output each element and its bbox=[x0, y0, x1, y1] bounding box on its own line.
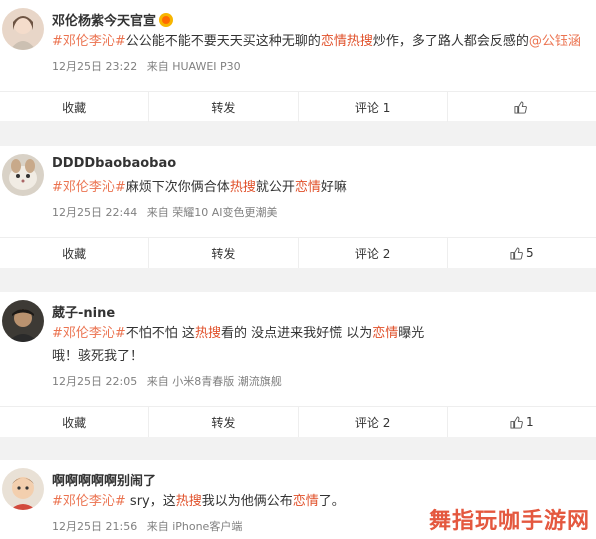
comment-segment: sry，这 bbox=[125, 494, 176, 509]
comment-card: DDDDbaobaobao #邓伦李沁#麻烦下次你俩合体热搜就公开恋情好嘛 12… bbox=[0, 146, 596, 268]
comment-date: 12月25日 22:44 bbox=[52, 206, 138, 219]
collect-button[interactable]: 收藏 bbox=[0, 92, 148, 122]
username[interactable]: 邓伦杨紫今天官宣 bbox=[52, 10, 174, 29]
comment-source: 来自 荣耀10 AI变色更潮美 bbox=[146, 206, 278, 219]
keyword-highlight: 恋情 bbox=[292, 494, 319, 509]
comment-button[interactable]: 评论 1 bbox=[297, 92, 447, 122]
keyword-highlight: 热搜 bbox=[229, 180, 256, 195]
vip-badge-icon bbox=[159, 13, 174, 27]
comment-source: 来自 iPhone客户端 bbox=[146, 520, 243, 533]
like-button[interactable]: 1 bbox=[446, 407, 596, 437]
avatar[interactable] bbox=[2, 8, 44, 50]
keyword-highlight: 热搜 bbox=[175, 494, 202, 509]
comment-source: 来自 HUAWEI P30 bbox=[146, 60, 241, 73]
comment-date: 12月25日 23:22 bbox=[52, 60, 138, 73]
collect-button[interactable]: 收藏 bbox=[0, 407, 148, 437]
comment-segment: 看的 没点进来我好慌 以为 bbox=[220, 326, 373, 341]
site-watermark: 舞指玩咖手游网 bbox=[428, 509, 590, 534]
collect-button[interactable]: 收藏 bbox=[0, 238, 148, 268]
comment-button[interactable]: 评论 2 bbox=[297, 407, 447, 437]
like-button[interactable] bbox=[446, 92, 596, 122]
username[interactable]: 葳子-nine bbox=[52, 302, 115, 321]
topic-link[interactable]: #邓伦李沁# bbox=[52, 326, 126, 341]
topic-link[interactable]: #邓伦李沁# bbox=[52, 34, 126, 49]
comment-date: 12月25日 21:56 bbox=[52, 520, 138, 533]
comment-segment: 好嘛 bbox=[320, 180, 347, 195]
comment-meta: 12月25日 22:05 来自 小米8青春版 潮流旗舰 bbox=[52, 373, 288, 389]
action-bar: 收藏 转发 评论 2 5 bbox=[0, 237, 596, 268]
keyword-highlight: 恋情 bbox=[372, 326, 399, 341]
topic-link[interactable]: #邓伦李沁# bbox=[52, 494, 126, 509]
comment-source: 来自 小米8青春版 潮流旗舰 bbox=[146, 375, 282, 388]
like-button[interactable]: 5 bbox=[446, 238, 596, 268]
thumbs-up-icon bbox=[510, 246, 523, 260]
comment-button[interactable]: 评论 2 bbox=[297, 238, 447, 268]
action-bar: 收藏 转发 评论 2 1 bbox=[0, 406, 596, 437]
keyword-highlight: 恋情 bbox=[320, 34, 347, 49]
comment-text: #邓伦李沁#公公能不能不要天天买这种无聊的恋情热搜炒作，多了路人都会反感的@公钰… bbox=[52, 33, 581, 51]
comment-segment: 了。 bbox=[318, 494, 345, 509]
comment-text-line2: 哦！骇死我了！ bbox=[52, 349, 144, 364]
avatar[interactable] bbox=[2, 154, 44, 196]
topic-link[interactable]: #邓伦李沁# bbox=[52, 180, 126, 195]
comment-date: 12月25日 22:05 bbox=[52, 375, 138, 388]
username[interactable]: 啊啊啊啊啊别闹了 bbox=[52, 470, 156, 489]
comment-text: #邓伦李沁# sry，这热搜我以为他俩公布恋情了。 bbox=[52, 493, 345, 511]
comment-card: 邓伦杨紫今天官宣 #邓伦李沁#公公能不能不要天天买这种无聊的恋情热搜炒作，多了路… bbox=[0, 0, 596, 122]
action-bar: 收藏 转发 评论 1 bbox=[0, 91, 596, 122]
avatar[interactable] bbox=[2, 468, 44, 510]
keyword-highlight: 恋情 bbox=[294, 180, 321, 195]
comment-meta: 12月25日 23:22 来自 HUAWEI P30 bbox=[52, 58, 247, 74]
comment-meta: 12月25日 21:56 来自 iPhone客户端 bbox=[52, 518, 248, 534]
keyword-highlight: 热搜 bbox=[194, 326, 221, 341]
repost-button[interactable]: 转发 bbox=[148, 238, 297, 268]
username[interactable]: DDDDbaobaobao bbox=[52, 156, 176, 171]
thumbs-up-icon bbox=[510, 415, 523, 429]
keyword-highlight: 热搜 bbox=[346, 34, 373, 49]
avatar[interactable] bbox=[2, 300, 44, 342]
repost-button[interactable]: 转发 bbox=[148, 92, 297, 122]
comment-segment: 麻烦下次你俩合体 bbox=[125, 180, 230, 195]
comment-text: #邓伦李沁#不怕不怕 这热搜看的 没点进来我好慌 以为恋情曝光 bbox=[52, 325, 424, 343]
thumbs-up-icon bbox=[514, 100, 527, 114]
comment-segment: 炒作，多了路人都会反感的 bbox=[372, 34, 529, 49]
comment-segment: 曝光 bbox=[398, 326, 425, 341]
comment-segment: 不怕不怕 这 bbox=[125, 326, 195, 341]
comment-segment: 我以为他俩公布 bbox=[201, 494, 293, 509]
comment-segment: 公公能不能不要天天买这种无聊的 bbox=[125, 34, 321, 49]
repost-button[interactable]: 转发 bbox=[148, 407, 297, 437]
comment-meta: 12月25日 22:44 来自 荣耀10 AI变色更潮美 bbox=[52, 204, 283, 220]
mention-link[interactable]: @公钰涵 bbox=[529, 34, 581, 49]
comment-text: #邓伦李沁#麻烦下次你俩合体热搜就公开恋情好嘛 bbox=[52, 179, 347, 197]
comment-segment: 就公开 bbox=[255, 180, 295, 195]
comment-card: 葳子-nine #邓伦李沁#不怕不怕 这热搜看的 没点进来我好慌 以为恋情曝光 … bbox=[0, 292, 596, 437]
